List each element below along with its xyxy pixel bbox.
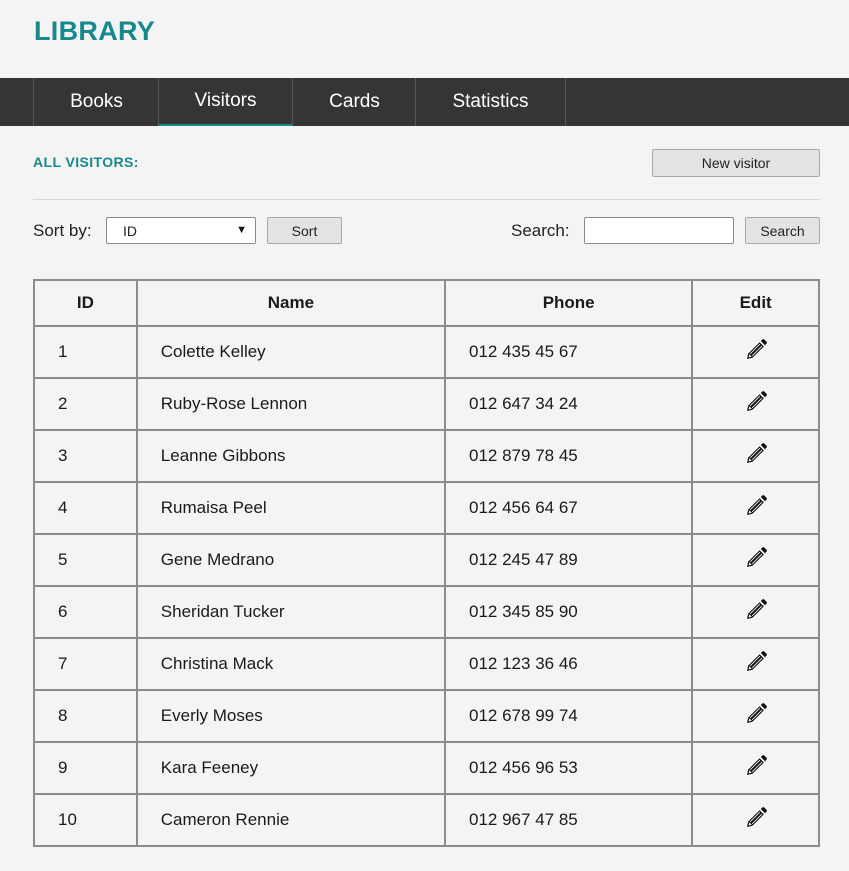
table-row[interactable]: 5 Gene Medrano 012 245 47 89 (33, 533, 820, 587)
cell-phone: 012 879 78 45 (444, 429, 694, 483)
table-row[interactable]: 7 Christina Mack 012 123 36 46 (33, 637, 820, 691)
edit-cell[interactable] (691, 741, 820, 795)
section-title: ALL VISITORS: (33, 154, 139, 170)
pencil-icon[interactable] (744, 702, 768, 731)
cell-id: 3 (33, 429, 138, 483)
cell-name: Everly Moses (135, 689, 447, 743)
cell-name: Sheridan Tucker (135, 585, 447, 639)
edit-cell[interactable] (691, 585, 820, 639)
cell-id: 10 (33, 793, 138, 847)
cell-phone: 012 245 47 89 (444, 533, 694, 587)
sort-select-value: ID (123, 222, 137, 239)
cell-phone: 012 456 64 67 (444, 481, 694, 535)
column-header-phone[interactable]: Phone (444, 279, 694, 327)
table-row[interactable]: 4 Rumaisa Peel 012 456 64 67 (33, 481, 820, 535)
column-header-edit: Edit (691, 279, 820, 327)
cell-id: 8 (33, 689, 138, 743)
new-visitor-button[interactable]: New visitor (652, 149, 820, 177)
cell-phone: 012 345 85 90 (444, 585, 694, 639)
cell-name: Kara Feeney (135, 741, 447, 795)
table-row[interactable]: 10 Cameron Rennie 012 967 47 85 (33, 793, 820, 847)
cell-phone: 012 647 34 24 (444, 377, 694, 431)
tab-books[interactable]: Books (33, 78, 159, 126)
edit-cell[interactable] (691, 793, 820, 847)
cell-name: Ruby-Rose Lennon (135, 377, 447, 431)
sort-label: Sort by: (33, 221, 92, 240)
visitors-table: ID Name Phone Edit 1 Colette Kelley 012 43… (33, 279, 820, 847)
main-nav: Books Visitors Cards Statistics (0, 78, 849, 126)
table-row[interactable]: 3 Leanne Gibbons 012 879 78 45 (33, 429, 820, 483)
tab-visitors[interactable]: Visitors (158, 78, 292, 126)
edit-cell[interactable] (691, 481, 820, 535)
search-label: Search: (511, 221, 570, 240)
table-row[interactable]: 2 Ruby-Rose Lennon 012 647 34 24 (33, 377, 820, 431)
pencil-icon[interactable] (744, 546, 768, 575)
pencil-icon[interactable] (744, 442, 768, 471)
column-header-id[interactable]: ID (33, 279, 138, 327)
pencil-icon[interactable] (744, 390, 768, 419)
cell-phone: 012 123 36 46 (444, 637, 694, 691)
edit-cell[interactable] (691, 533, 820, 587)
cell-id: 9 (33, 741, 138, 795)
edit-cell[interactable] (691, 429, 820, 483)
cell-id: 5 (33, 533, 138, 587)
cell-id: 1 (33, 325, 138, 379)
cell-id: 2 (33, 377, 138, 431)
search-button[interactable]: Search (745, 217, 820, 244)
app-title: LIBRARY (34, 16, 156, 46)
cell-phone: 012 456 96 53 (444, 741, 694, 795)
tab-statistics[interactable]: Statistics (415, 78, 566, 126)
table-row[interactable]: 9 Kara Feeney 012 456 96 53 (33, 741, 820, 795)
sort-select[interactable]: ID ▼ (106, 217, 256, 244)
edit-cell[interactable] (691, 689, 820, 743)
cell-name: Cameron Rennie (135, 793, 447, 847)
search-input[interactable] (584, 217, 734, 244)
pencil-icon[interactable] (744, 338, 768, 367)
column-header-name[interactable]: Name (135, 279, 447, 327)
cell-name: Colette Kelley (135, 325, 447, 379)
pencil-icon[interactable] (744, 494, 768, 523)
edit-cell[interactable] (691, 637, 820, 691)
table-header-row: ID Name Phone Edit (33, 279, 820, 327)
cell-name: Gene Medrano (135, 533, 447, 587)
pencil-icon[interactable] (744, 754, 768, 783)
cell-id: 6 (33, 585, 138, 639)
edit-cell[interactable] (691, 377, 820, 431)
pencil-icon[interactable] (744, 806, 768, 835)
cell-id: 4 (33, 481, 138, 535)
table-row[interactable]: 8 Everly Moses 012 678 99 74 (33, 689, 820, 743)
cell-phone: 012 967 47 85 (444, 793, 694, 847)
dropdown-caret-icon: ▼ (236, 224, 247, 236)
table-row[interactable]: 6 Sheridan Tucker 012 345 85 90 (33, 585, 820, 639)
cell-name: Leanne Gibbons (135, 429, 447, 483)
tab-cards[interactable]: Cards (292, 78, 416, 126)
divider (33, 199, 820, 200)
edit-cell[interactable] (691, 325, 820, 379)
cell-name: Christina Mack (135, 637, 447, 691)
table-row[interactable]: 1 Colette Kelley 012 435 45 67 (33, 325, 820, 379)
cell-id: 7 (33, 637, 138, 691)
pencil-icon[interactable] (744, 650, 768, 679)
table-body: 1 Colette Kelley 012 435 45 67 2 Ruby-Rose L… (33, 325, 820, 847)
sort-button[interactable]: Sort (267, 217, 342, 244)
cell-phone: 012 435 45 67 (444, 325, 694, 379)
cell-name: Rumaisa Peel (135, 481, 447, 535)
pencil-icon[interactable] (744, 598, 768, 627)
cell-phone: 012 678 99 74 (444, 689, 694, 743)
